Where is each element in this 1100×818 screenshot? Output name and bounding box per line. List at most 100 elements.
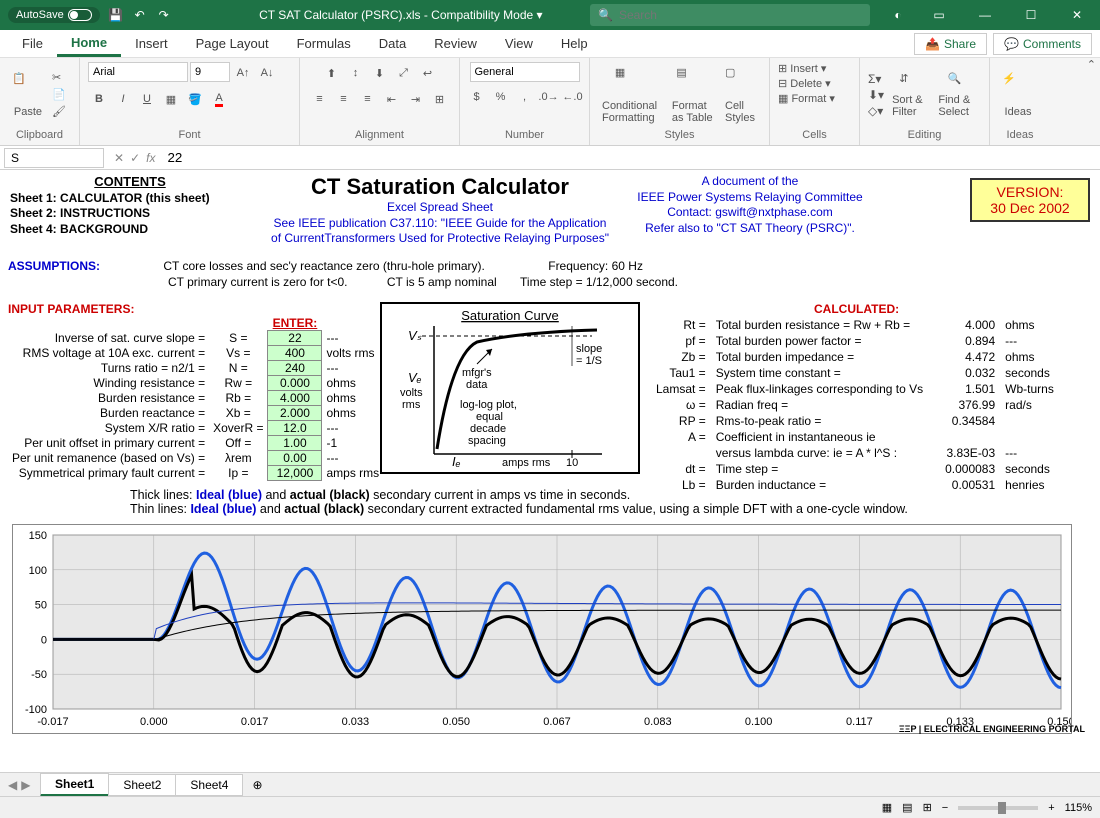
fill-color-button[interactable]: 🪣 — [184, 88, 206, 110]
conditional-formatting-button[interactable]: ▦Conditional Formatting — [598, 66, 664, 124]
cancel-formula-icon[interactable]: ✕ — [114, 151, 124, 165]
currency-icon[interactable]: $ — [466, 86, 488, 108]
worksheet[interactable]: CONTENTS Sheet 1: CALCULATOR (this sheet… — [0, 170, 1100, 768]
svg-text:slope: slope — [576, 343, 602, 355]
insert-cells-button[interactable]: ⊞ Insert ▾ — [778, 62, 826, 75]
calculated-block: CALCULATED: Rt =Total burden resistance … — [650, 302, 1063, 494]
svg-text:10: 10 — [566, 457, 578, 469]
menu-formulas[interactable]: Formulas — [283, 32, 365, 55]
number-format-select[interactable] — [470, 62, 580, 82]
cut-icon[interactable]: ✂ — [52, 71, 66, 84]
format-painter-icon[interactable]: 🖌 — [52, 105, 66, 118]
sort-filter-button[interactable]: ⇵Sort & Filter — [888, 72, 930, 118]
align-center-icon[interactable]: ≡ — [333, 88, 355, 110]
input-parameters: INPUT PARAMETERS: ENTER:Inverse of sat. … — [8, 302, 383, 481]
svg-text:0.117: 0.117 — [846, 716, 873, 728]
menu-home[interactable]: Home — [57, 31, 121, 57]
align-middle-icon[interactable]: ↕ — [345, 62, 367, 84]
menu-view[interactable]: View — [491, 32, 547, 55]
menu-insert[interactable]: Insert — [121, 32, 182, 55]
share-button[interactable]: 📤 Share — [914, 33, 987, 55]
eep-logo: ΞΞP | ELECTRICAL ENGINEERING PORTAL — [899, 724, 1085, 734]
menu-page-layout[interactable]: Page Layout — [182, 32, 283, 55]
svg-text:100: 100 — [29, 565, 47, 577]
zoom-level[interactable]: 115% — [1065, 802, 1092, 814]
sheet-tab-2[interactable]: Sheet2 — [108, 774, 176, 796]
view-page-icon[interactable]: ▤ — [902, 801, 912, 814]
window-title: CT SAT Calculator (PSRC).xls - Compatibi… — [172, 8, 590, 22]
wrap-text-icon[interactable]: ↩ — [417, 62, 439, 84]
align-right-icon[interactable]: ≡ — [357, 88, 379, 110]
indent-right-icon[interactable]: ⇥ — [405, 88, 427, 110]
collapse-ribbon-icon[interactable]: ⌃ — [1087, 58, 1096, 71]
new-sheet-button[interactable]: ⊕ — [242, 775, 272, 795]
underline-button[interactable]: U — [136, 88, 158, 110]
border-button[interactable]: ▦ — [160, 88, 182, 110]
align-left-icon[interactable]: ≡ — [309, 88, 331, 110]
zoom-out-icon[interactable]: − — [942, 802, 948, 814]
maximize-icon[interactable]: ☐ — [1008, 0, 1054, 30]
menu-data[interactable]: Data — [365, 32, 420, 55]
sheet-tab-4[interactable]: Sheet4 — [175, 774, 243, 796]
view-normal-icon[interactable]: ▦ — [882, 801, 892, 814]
search-input[interactable] — [619, 8, 862, 22]
minimize-icon[interactable]: — — [962, 0, 1008, 30]
account-icon[interactable]: ◐ — [890, 7, 906, 23]
comma-icon[interactable]: , — [514, 86, 536, 108]
name-box[interactable]: S — [4, 148, 104, 168]
orientation-icon[interactable]: ⤢ — [393, 62, 415, 84]
clear-icon[interactable]: ◇▾ — [868, 104, 884, 118]
undo-icon[interactable]: ↶ — [132, 7, 148, 23]
redo-icon[interactable]: ↷ — [156, 7, 172, 23]
menu-review[interactable]: Review — [420, 32, 491, 55]
font-size-select[interactable] — [190, 62, 230, 82]
comments-button[interactable]: 💬 Comments — [993, 33, 1092, 55]
fill-icon[interactable]: ⬇▾ — [868, 88, 884, 102]
zoom-in-icon[interactable]: + — [1048, 802, 1054, 814]
svg-text:0.067: 0.067 — [543, 716, 571, 728]
close-icon[interactable]: ✕ — [1054, 0, 1100, 30]
svg-text:0: 0 — [41, 634, 47, 646]
copy-icon[interactable]: 📄 — [52, 88, 66, 101]
bold-button[interactable]: B — [88, 88, 110, 110]
cell-styles-button[interactable]: ▢Cell Styles — [721, 66, 761, 124]
save-icon[interactable]: 💾 — [108, 7, 124, 23]
svg-text:-50: -50 — [31, 669, 47, 681]
menu-file[interactable]: File — [8, 32, 57, 55]
enter-formula-icon[interactable]: ✓ — [130, 151, 140, 165]
increase-font-icon[interactable]: A↑ — [232, 62, 254, 84]
tab-nav-prev-icon[interactable]: ◀ — [8, 778, 17, 792]
dec-decimal-icon[interactable]: ←.0 — [562, 86, 584, 108]
view-break-icon[interactable]: ⊞ — [923, 801, 932, 814]
format-as-table-button[interactable]: ▤Format as Table — [668, 66, 717, 124]
tab-nav-next-icon[interactable]: ▶ — [21, 778, 30, 792]
chart-description: Thick lines: Ideal (blue) and actual (bl… — [130, 488, 1030, 516]
align-bottom-icon[interactable]: ⬇ — [369, 62, 391, 84]
svg-text:50: 50 — [35, 600, 47, 612]
svg-text:decade: decade — [470, 423, 506, 435]
zoom-slider[interactable] — [958, 806, 1038, 810]
svg-text:0.083: 0.083 — [644, 716, 672, 728]
delete-cells-button[interactable]: ⊟ Delete ▾ — [778, 77, 831, 90]
indent-left-icon[interactable]: ⇤ — [381, 88, 403, 110]
inc-decimal-icon[interactable]: .0→ — [538, 86, 560, 108]
search-bar[interactable]: 🔍 — [590, 4, 870, 26]
formula-input[interactable] — [161, 148, 1100, 168]
align-top-icon[interactable]: ⬆ — [321, 62, 343, 84]
merge-icon[interactable]: ⊞ — [429, 88, 451, 110]
italic-button[interactable]: I — [112, 88, 134, 110]
menu-help[interactable]: Help — [547, 32, 602, 55]
autosave-toggle[interactable]: AutoSave — [8, 7, 100, 23]
percent-icon[interactable]: % — [490, 86, 512, 108]
sheet-tab-1[interactable]: Sheet1 — [40, 773, 109, 797]
paste-button[interactable]: 📋Paste — [8, 72, 48, 118]
autosum-icon[interactable]: Σ▾ — [868, 72, 884, 86]
decrease-font-icon[interactable]: A↓ — [256, 62, 278, 84]
format-cells-button[interactable]: ▦ Format ▾ — [778, 92, 835, 105]
fx-icon[interactable]: fx — [146, 151, 155, 165]
find-select-button[interactable]: 🔍Find & Select — [934, 72, 981, 118]
ideas-button[interactable]: ⚡Ideas — [998, 72, 1038, 118]
font-name-select[interactable] — [88, 62, 188, 82]
font-color-button[interactable]: A — [208, 88, 230, 110]
ribbon-options-icon[interactable]: ▭ — [916, 0, 962, 30]
